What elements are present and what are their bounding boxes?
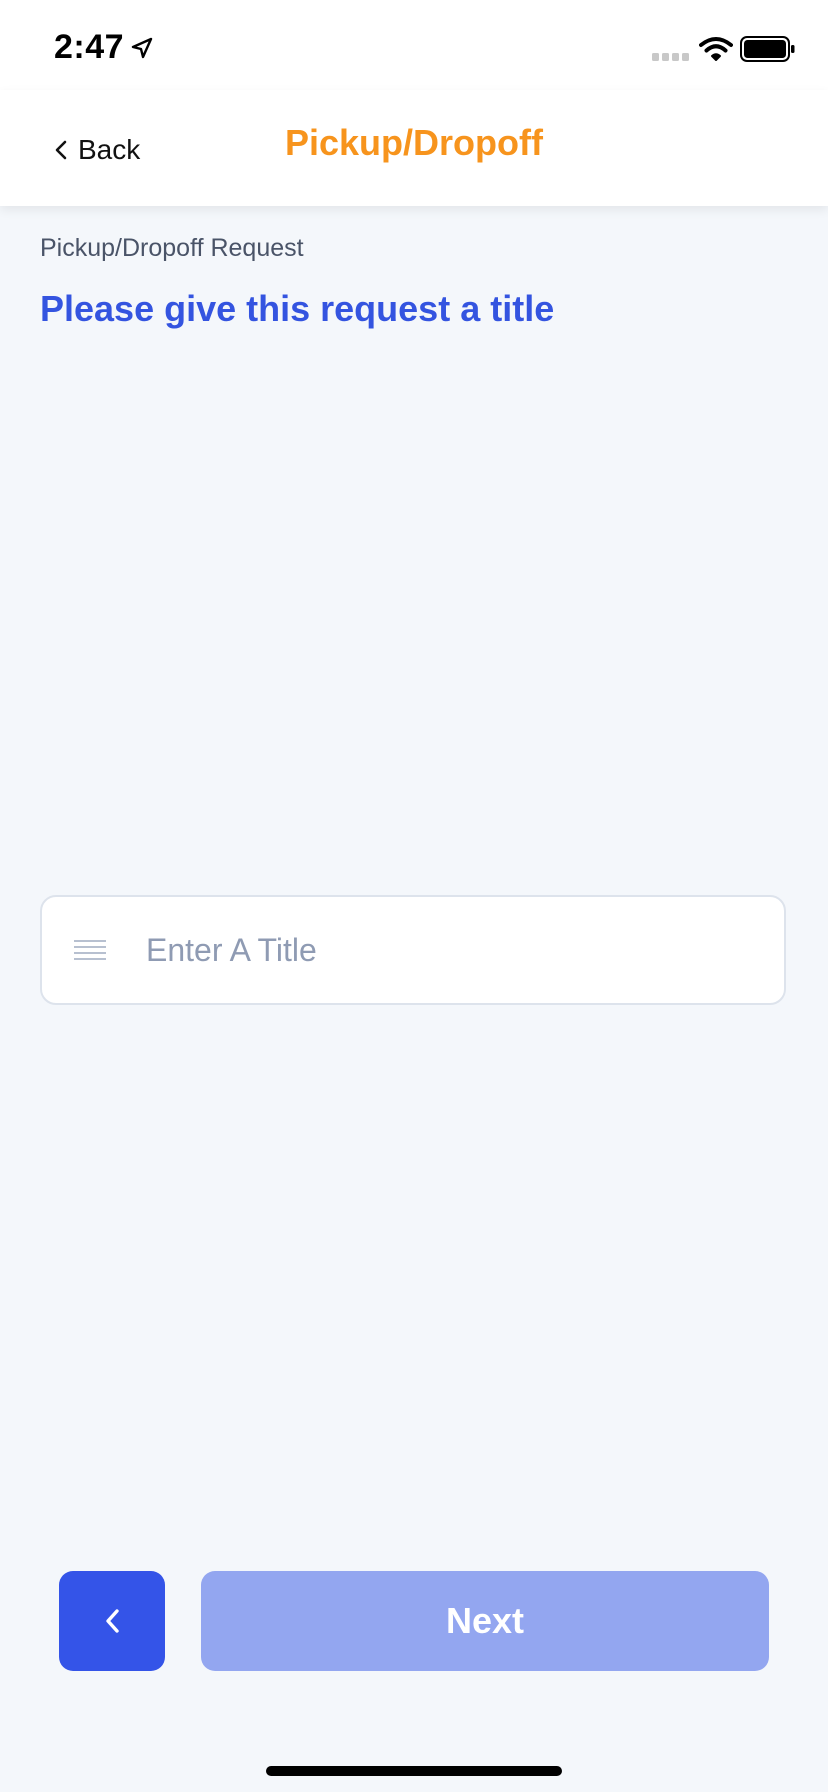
previous-button[interactable] — [59, 1571, 165, 1671]
title-field[interactable] — [40, 895, 786, 1005]
status-time: 2:47 — [54, 28, 125, 66]
battery-icon — [740, 36, 795, 62]
title-input[interactable] — [144, 930, 748, 970]
wifi-icon — [699, 37, 733, 61]
chevron-left-icon — [106, 1609, 119, 1633]
home-indicator — [266, 1766, 562, 1776]
location-arrow-icon — [131, 37, 153, 59]
section-label: Pickup/Dropoff Request — [40, 234, 304, 262]
status-bar: 2:47 — [0, 0, 828, 90]
text-lines-icon — [74, 940, 106, 960]
prompt-heading: Please give this request a title — [40, 288, 555, 329]
next-button[interactable]: Next — [201, 1571, 769, 1671]
page-title: Pickup/Dropoff — [285, 122, 543, 163]
navigation-bar: Back Pickup/Dropoff — [0, 90, 828, 206]
cellular-signal-icon — [652, 53, 689, 61]
